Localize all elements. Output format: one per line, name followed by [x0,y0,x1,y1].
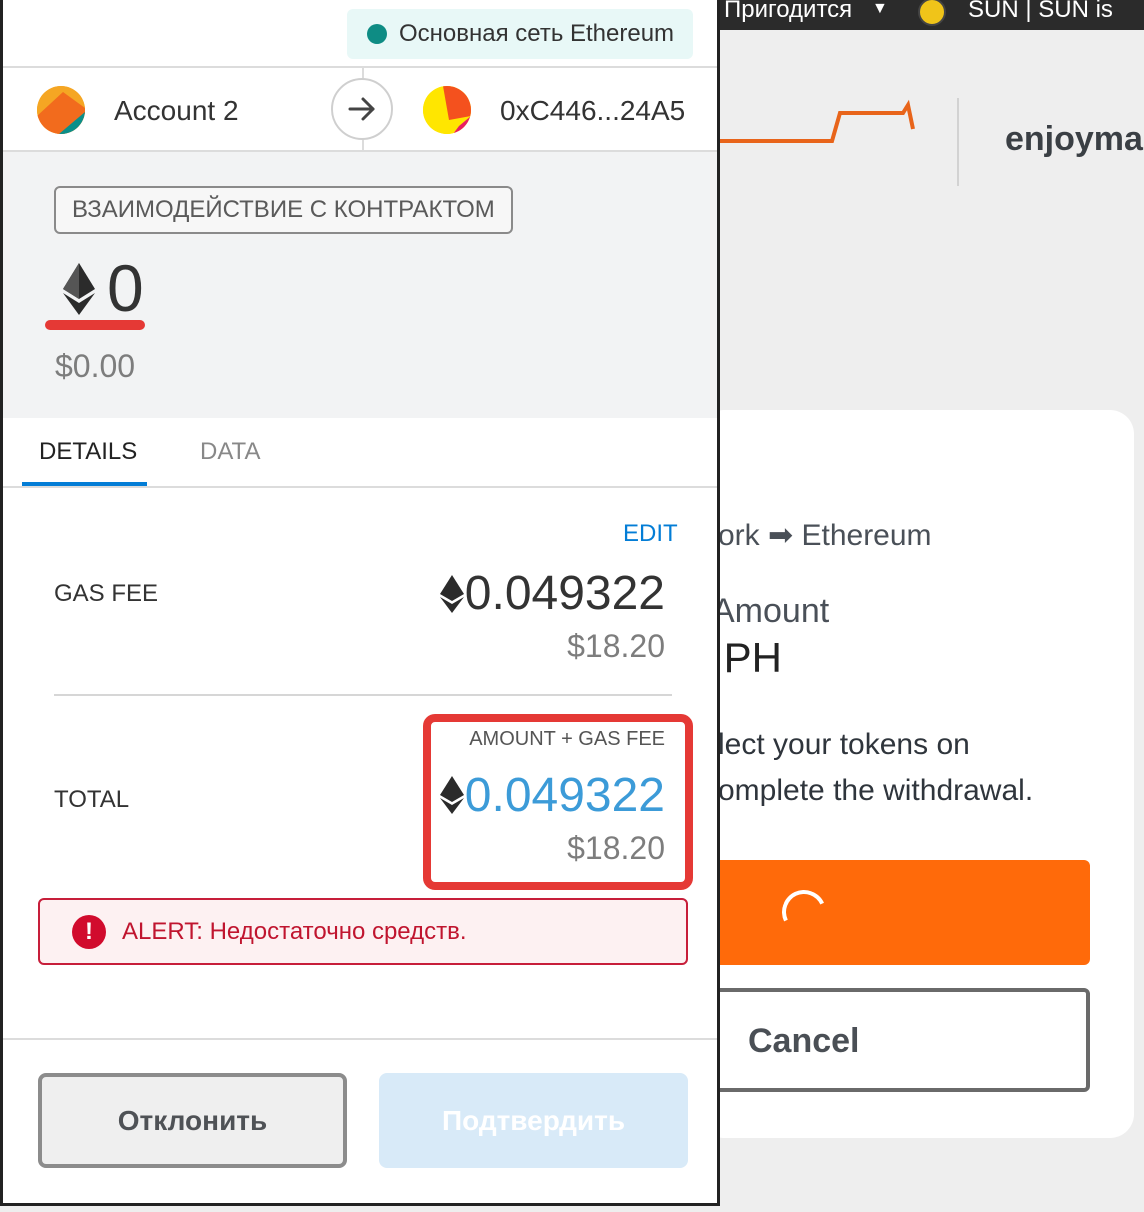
processing-button[interactable] [700,860,1090,965]
eth-icon [440,776,464,814]
active-tab-indicator [22,482,147,486]
header-divider [957,98,959,186]
price-sparkline [720,99,915,143]
value-fiat: $0.00 [55,348,136,384]
site-name[interactable]: enjoymal [1005,120,1144,159]
bookmarks-bar: Пригодится ▼ SUN | SUN is [700,0,1144,30]
gas-fee-amount: 0.049322 [464,567,665,620]
confirm-button[interactable]: Подтвердить [379,1073,688,1168]
alert-text: ALERT: Недостаточно средств. [122,917,467,945]
arrow-right-icon [331,78,393,140]
footer-divider [3,1038,717,1040]
total-fiat: $18.20 [567,830,665,866]
amount-label: Amount [712,592,830,630]
transaction-summary: ВЗАИМОДЕЙСТВИЕ С КОНТРАКТОМ 0 $0.00 [3,152,717,418]
value-amount: 0 [107,251,144,325]
network-status-icon [367,24,387,44]
tab-bar: DETAILS DATA [3,418,717,488]
to-account-address[interactable]: 0xC446...24A5 [500,95,685,127]
tab-data[interactable]: DATA [200,438,260,466]
highlight-underline [45,320,145,330]
site-favicon-icon [918,0,946,26]
eth-icon [440,575,464,613]
metamask-confirm-popup: Основная сеть Ethereum Account 2 0xC446.… [0,0,720,1206]
total-amount: 0.049322 [464,769,665,822]
network-selector[interactable]: Основная сеть Ethereum [347,9,693,59]
eth-icon [63,263,95,315]
cancel-button[interactable]: Cancel [700,988,1090,1092]
withdraw-message-line2: omplete the withdrawal. [718,774,1034,807]
reject-button[interactable]: Отклонить [38,1073,347,1168]
from-account-name: Account 2 [114,95,239,126]
network-route: ork ➡ Ethereum [718,519,932,552]
tab-details[interactable]: DETAILS [39,438,137,466]
network-name: Основная сеть Ethereum [399,20,675,47]
bookmark-site[interactable]: SUN | SUN is [968,0,1113,24]
amount-value: IPH [712,634,783,681]
to-account-avatar-icon [423,86,471,134]
bookmark-folder[interactable]: Пригодится [724,0,852,24]
gas-fee-label: GAS FEE [54,580,159,607]
total-label: TOTAL [54,786,130,813]
alert-icon: ! [72,914,106,949]
caret-down-icon: ▼ [872,0,888,17]
action-badge: ВЗАИМОДЕЙСТВИЕ С КОНТРАКТОМ [54,186,513,234]
sender-recipient-row: Account 2 0xC446...24A5 [3,68,717,152]
from-account-avatar-icon [37,86,85,134]
edit-gas-link[interactable]: EDIT [623,520,678,548]
insufficient-funds-alert: ! ALERT: Недостаточно средств. [38,898,688,965]
cancel-button-label: Cancel [748,1022,860,1060]
total-caption: AMOUNT + GAS FEE [469,728,665,750]
divider [54,694,672,696]
gas-fee-fiat: $18.20 [567,628,665,664]
network-bar: Основная сеть Ethereum [3,0,717,68]
withdraw-message-line1: lect your tokens on [718,728,970,761]
